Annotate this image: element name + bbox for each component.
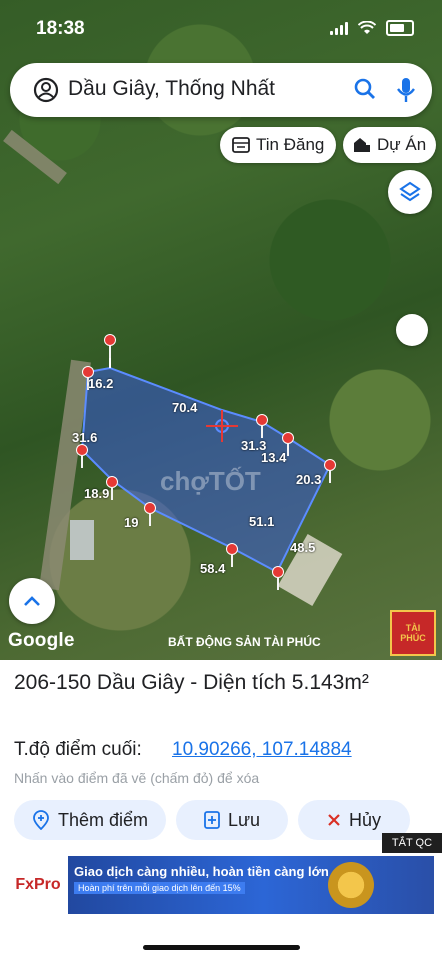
- edge-length-label: 16.2: [88, 376, 114, 391]
- boundary-pin[interactable]: [272, 566, 284, 590]
- search-icon[interactable]: [352, 76, 378, 102]
- projects-chip[interactable]: Dự Án: [343, 127, 437, 163]
- microphone-icon[interactable]: [394, 76, 418, 104]
- search-input[interactable]: Dầu Giây, Thống Nhất: [68, 77, 275, 101]
- add-location-icon: [33, 810, 49, 830]
- coord-link[interactable]: 10.90266, 107.14884: [172, 739, 352, 761]
- building-icon: [354, 138, 370, 152]
- save-icon: [204, 811, 220, 829]
- ad-coin-graphic: [328, 862, 374, 908]
- edge-length-label: 51.1: [249, 514, 275, 529]
- company-logo: TÀI PHÚC: [390, 610, 436, 656]
- wifi-icon: [358, 21, 376, 34]
- edge-length-label: 13.4: [261, 450, 287, 465]
- home-indicator[interactable]: [143, 945, 300, 950]
- ad-banner[interactable]: FxPro Giao dịch càng nhiều, hoàn tiền cà…: [8, 856, 434, 914]
- close-ad-button[interactable]: TẮT QC: [382, 833, 442, 853]
- boundary-pin[interactable]: [226, 543, 238, 567]
- layers-icon: [399, 181, 421, 202]
- boundary-pin[interactable]: [104, 334, 116, 358]
- edge-length-label: 19: [124, 515, 139, 530]
- ad-brand-logo: FxPro: [8, 856, 68, 914]
- signal-icon: [330, 21, 348, 35]
- clock: 18:38: [36, 18, 85, 39]
- hint-text: Nhấn vào điểm đã vẽ (chấm đỏ) để xóa: [14, 770, 260, 786]
- boundary-pin[interactable]: [256, 414, 268, 438]
- status-bar: 18:38: [0, 0, 442, 58]
- listings-chip[interactable]: Tin Đăng: [220, 127, 337, 163]
- map-handle-button[interactable]: [396, 314, 428, 346]
- ad-subtext: Hoàn phí trên mỗi giao dịch lên đến 15%: [74, 882, 245, 894]
- edge-length-label: 48.5: [290, 540, 316, 555]
- close-icon: [328, 814, 340, 826]
- boundary-pin[interactable]: [144, 502, 156, 526]
- battery-icon: [386, 20, 414, 36]
- edge-length-label: 20.3: [296, 472, 322, 487]
- save-button[interactable]: Lưu: [176, 800, 288, 840]
- chevron-up-icon: [24, 596, 40, 606]
- projects-chip-label: Dự Án: [377, 135, 427, 154]
- search-bar[interactable]: Dầu Giây, Thống Nhất: [10, 63, 432, 117]
- edge-length-label: 70.4: [172, 400, 198, 415]
- listings-chip-label: Tin Đăng: [256, 135, 325, 154]
- listings-icon: [232, 137, 250, 153]
- edge-length-label: 58.4: [200, 561, 226, 576]
- boundary-pin[interactable]: [76, 444, 88, 468]
- google-logo: Google: [8, 630, 75, 651]
- edge-length-label: 31.6: [72, 430, 98, 445]
- edge-length-label: 18.9: [84, 486, 110, 501]
- layers-button[interactable]: [388, 170, 432, 214]
- add-point-label: Thêm điểm: [57, 809, 149, 830]
- status-icons: [330, 20, 414, 36]
- map-credit: BẤT ĐỘNG SẢN TÀI PHÚC: [168, 635, 321, 649]
- save-label: Lưu: [227, 809, 261, 830]
- boundary-pin[interactable]: [324, 459, 336, 483]
- account-icon[interactable]: [32, 76, 60, 104]
- coord-label: T.độ điểm cuối:: [14, 739, 142, 760]
- cancel-label: Hủy: [348, 809, 381, 830]
- expand-up-button[interactable]: [9, 578, 55, 624]
- plot-title: 206-150 Dầu Giây - Diện tích 5.143m²: [14, 671, 369, 694]
- ad-headline: Giao dịch càng nhiều, hoàn tiền càng lớn: [74, 864, 329, 879]
- add-point-button[interactable]: Thêm điểm: [14, 800, 166, 840]
- chotot-watermark: chợTỐT: [160, 466, 261, 496]
